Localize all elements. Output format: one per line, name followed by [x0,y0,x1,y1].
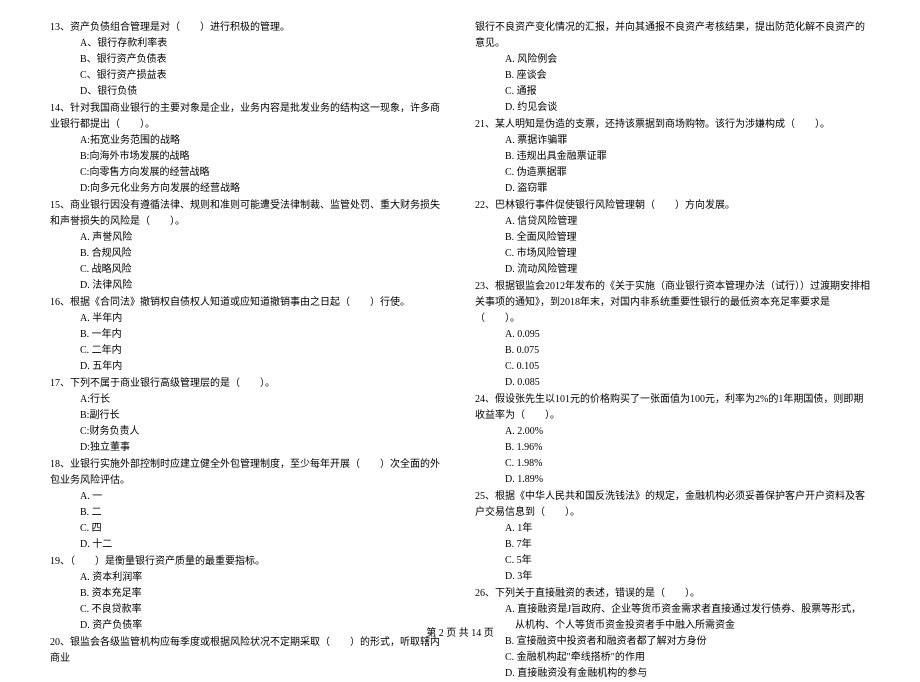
question-text: 18、业银行实施外部控制时应建立健全外包管理制度，至少每年开展（ ）次全面的外包… [50,457,445,489]
option-a: A:行长 [50,392,445,408]
question-text: 19、（ ）是衡量银行资产质量的最重要指标。 [50,554,445,570]
question-18: 18、业银行实施外部控制时应建立健全外包管理制度，至少每年开展（ ）次全面的外包… [50,457,445,553]
question-14: 14、针对我国商业银行的主要对象是企业，业务内容是批发业务的结构这一现象，许多商… [50,101,445,197]
option-a: A. 1年 [475,521,870,537]
question-text: 22、巴林银行事件促使银行风险管理朝（ ）方向发展。 [475,198,870,214]
question-17: 17、下列不属于商业银行高级管理层的是（ ）。 A:行长 B:副行长 C:财务负… [50,376,445,456]
option-d: D. 3年 [475,569,870,585]
option-d: D、银行负债 [50,84,445,100]
option-a: A. 0.095 [475,327,870,343]
option-a: A. 票据诈骗罪 [475,133,870,149]
option-b: B. 二 [50,505,445,521]
question-16: 16、根据《合同法》撤销权自债权人知道或应知道撤销事由之日起（ ）行使。 A. … [50,295,445,375]
question-20-continuation: 银行不良资产变化情况的汇报，并向其通报不良资产考核结果，提出防范化解不良资产的意… [475,20,870,116]
option-b: B. 违规出具金融票证罪 [475,149,870,165]
option-d: D:向多元化业务方向发展的经营战略 [50,181,445,197]
question-24: 24、假设张先生以101元的价格购买了一张面值为100元，利率为2%的1年期国债… [475,392,870,488]
option-a: A:拓宽业务范围的战略 [50,133,445,149]
option-c: C. 二年内 [50,343,445,359]
option-b: B:副行长 [50,408,445,424]
question-21: 21、某人明知是伪造的支票，还持该票据到商场购物。该行为涉嫌构成（ ）。 A. … [475,117,870,197]
option-b: B、银行资产负债表 [50,52,445,68]
page-footer: 第 2 页 共 14 页 [0,626,920,642]
option-c: C:向零售方向发展的经营战略 [50,165,445,181]
option-d: D. 十二 [50,537,445,553]
question-text: 24、假设张先生以101元的价格购买了一张面值为100元，利率为2%的1年期国债… [475,392,870,424]
option-b: B. 1.96% [475,440,870,456]
option-a: A. 半年内 [50,311,445,327]
option-a: A. 信贷风险管理 [475,214,870,230]
option-d: D. 直接融资没有金融机构的参与 [475,666,870,682]
option-b: B. 资本充足率 [50,586,445,602]
option-d: D. 约见会谈 [475,100,870,116]
option-c: C. 1.98% [475,456,870,472]
option-c: C. 市场风险管理 [475,246,870,262]
question-text: 17、下列不属于商业银行高级管理层的是（ ）。 [50,376,445,392]
right-column: 银行不良资产变化情况的汇报，并向其通报不良资产考核结果，提出防范化解不良资产的意… [475,20,870,600]
option-b: B. 合规风险 [50,246,445,262]
option-a: A. 2.00% [475,424,870,440]
question-text: 16、根据《合同法》撤销权自债权人知道或应知道撤销事由之日起（ ）行使。 [50,295,445,311]
option-c: C. 战略风险 [50,262,445,278]
question-23: 23、根据银监会2012年发布的《关于实施（商业银行资本管理办法（试行））过渡期… [475,279,870,391]
option-a: A. 一 [50,489,445,505]
option-c: C、银行资产损益表 [50,68,445,84]
option-c: C. 伪造票据罪 [475,165,870,181]
option-d: D:独立董事 [50,440,445,456]
question-22: 22、巴林银行事件促使银行风险管理朝（ ）方向发展。 A. 信贷风险管理 B. … [475,198,870,278]
option-b: B. 一年内 [50,327,445,343]
option-b: B:向海外市场发展的战略 [50,149,445,165]
option-c: C. 金融机构起"牵线搭桥"的作用 [475,650,870,666]
option-d: D. 盗窃罪 [475,181,870,197]
question-text: 14、针对我国商业银行的主要对象是企业，业务内容是批发业务的结构这一现象，许多商… [50,101,445,133]
question-13: 13、资产负债组合管理是对（ ）进行积极的管理。 A、银行存款利率表 B、银行资… [50,20,445,100]
option-b: B. 0.075 [475,343,870,359]
left-column: 13、资产负债组合管理是对（ ）进行积极的管理。 A、银行存款利率表 B、银行资… [50,20,445,600]
option-c: C. 通报 [475,84,870,100]
question-continuation: 银行不良资产变化情况的汇报，并向其通报不良资产考核结果，提出防范化解不良资产的意… [475,20,870,52]
option-a: A. 声誉风险 [50,230,445,246]
option-a: A. 资本利润率 [50,570,445,586]
document-content: 13、资产负债组合管理是对（ ）进行积极的管理。 A、银行存款利率表 B、银行资… [50,20,870,600]
option-d: D. 0.085 [475,375,870,391]
question-text: 23、根据银监会2012年发布的《关于实施（商业银行资本管理办法（试行））过渡期… [475,279,870,327]
option-a: A、银行存款利率表 [50,36,445,52]
question-text: 21、某人明知是伪造的支票，还持该票据到商场购物。该行为涉嫌构成（ ）。 [475,117,870,133]
option-d: D. 1.89% [475,472,870,488]
option-c: C:财务负责人 [50,424,445,440]
question-25: 25、根据《中华人民共和国反洗钱法》的规定，金融机构必须妥善保护客户开户资料及客… [475,489,870,585]
question-text: 15、商业银行因没有遵循法律、规则和准则可能遭受法律制裁、监管处罚、重大财务损失… [50,198,445,230]
option-a: A. 风险例会 [475,52,870,68]
option-d: D. 法律风险 [50,278,445,294]
option-d: D. 流动风险管理 [475,262,870,278]
option-c: C. 5年 [475,553,870,569]
option-c: C. 0.105 [475,359,870,375]
question-19: 19、（ ）是衡量银行资产质量的最重要指标。 A. 资本利润率 B. 资本充足率… [50,554,445,634]
option-b: B. 座谈会 [475,68,870,84]
question-text: 25、根据《中华人民共和国反洗钱法》的规定，金融机构必须妥善保护客户开户资料及客… [475,489,870,521]
option-c: C. 不良贷款率 [50,602,445,618]
option-b: B. 7年 [475,537,870,553]
question-text: 13、资产负债组合管理是对（ ）进行积极的管理。 [50,20,445,36]
question-15: 15、商业银行因没有遵循法律、规则和准则可能遭受法律制裁、监管处罚、重大财务损失… [50,198,445,294]
option-c: C. 四 [50,521,445,537]
question-text: 26、下列关于直接融资的表述，错误的是（ ）。 [475,586,870,602]
option-d: D. 五年内 [50,359,445,375]
option-b: B. 全面风险管理 [475,230,870,246]
